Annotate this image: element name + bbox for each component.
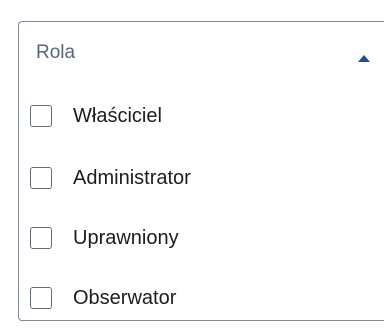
checkbox[interactable] xyxy=(30,167,52,189)
option-label: Właściciel xyxy=(73,105,162,127)
checkbox[interactable] xyxy=(30,287,52,309)
option-obserwator[interactable]: Obserwator xyxy=(19,270,384,330)
checkbox[interactable] xyxy=(30,227,52,249)
option-label: Administrator xyxy=(73,167,191,189)
caret-up-icon[interactable] xyxy=(358,55,370,62)
role-dropdown: Rola Właściciel Administrator Uprawniony… xyxy=(18,21,384,321)
role-dropdown-header[interactable]: Rola xyxy=(19,22,384,80)
option-label: Uprawniony xyxy=(73,227,179,249)
option-administrator[interactable]: Administrator xyxy=(19,150,384,210)
option-wlasciciel[interactable]: Właściciel xyxy=(19,88,384,148)
option-label: Obserwator xyxy=(73,287,177,309)
dropdown-label: Rola xyxy=(36,42,76,63)
checkbox[interactable] xyxy=(30,105,52,127)
option-uprawniony[interactable]: Uprawniony xyxy=(19,210,384,270)
